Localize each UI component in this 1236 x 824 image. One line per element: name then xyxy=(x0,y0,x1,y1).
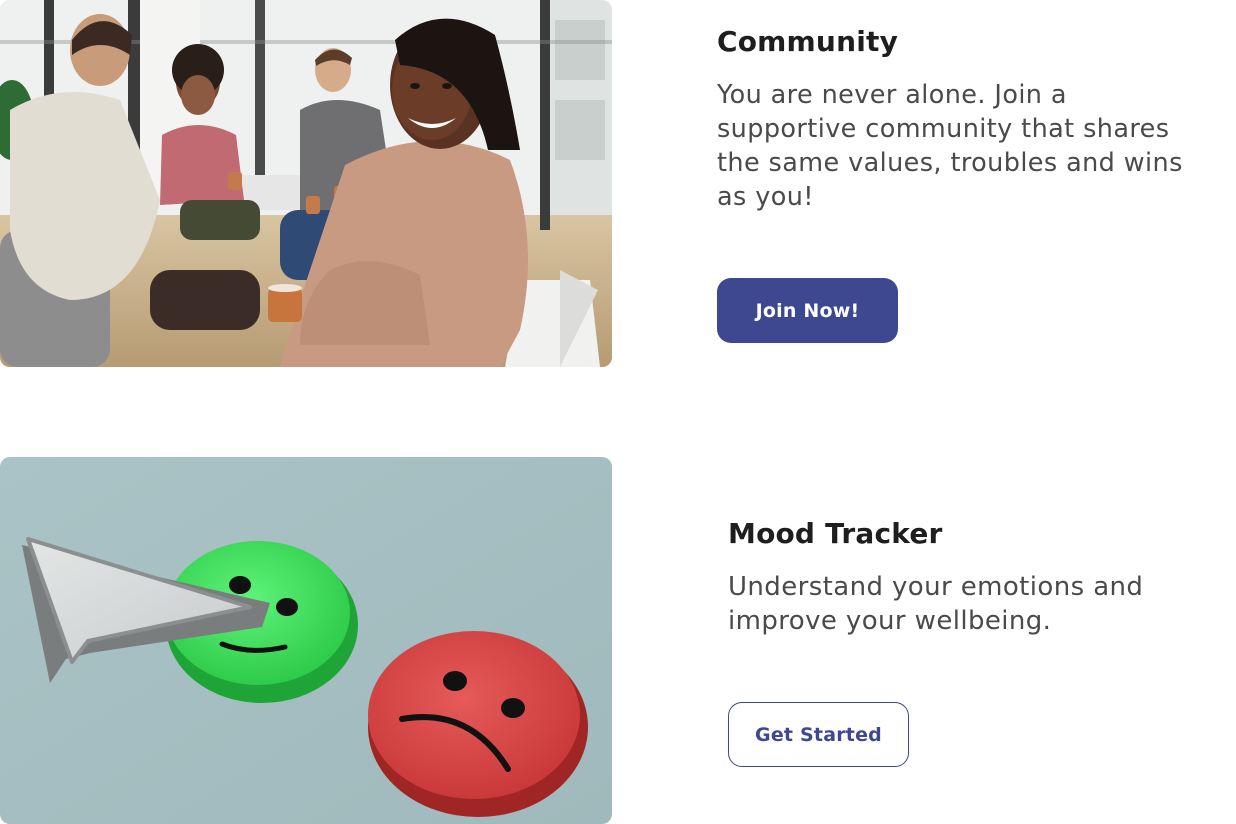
community-heading: Community xyxy=(717,25,899,58)
community-description: You are never alone. Join a supportive c… xyxy=(717,80,1183,212)
mood-tracker-heading: Mood Tracker xyxy=(728,517,943,550)
page: Community You are never alone. Join a su… xyxy=(0,0,1236,824)
community-group-photo xyxy=(0,0,612,367)
get-started-button[interactable]: Get Started xyxy=(728,702,909,767)
join-now-button[interactable]: Join Now! xyxy=(717,278,898,343)
mood-tracker-section: Mood Tracker Understand your emotions an… xyxy=(728,514,1208,638)
mood-tracker-photo xyxy=(0,457,612,824)
community-section: Community You are never alone. Join a su… xyxy=(717,22,1197,214)
mood-tracker-description: Understand your emotions and improve you… xyxy=(728,572,1144,636)
